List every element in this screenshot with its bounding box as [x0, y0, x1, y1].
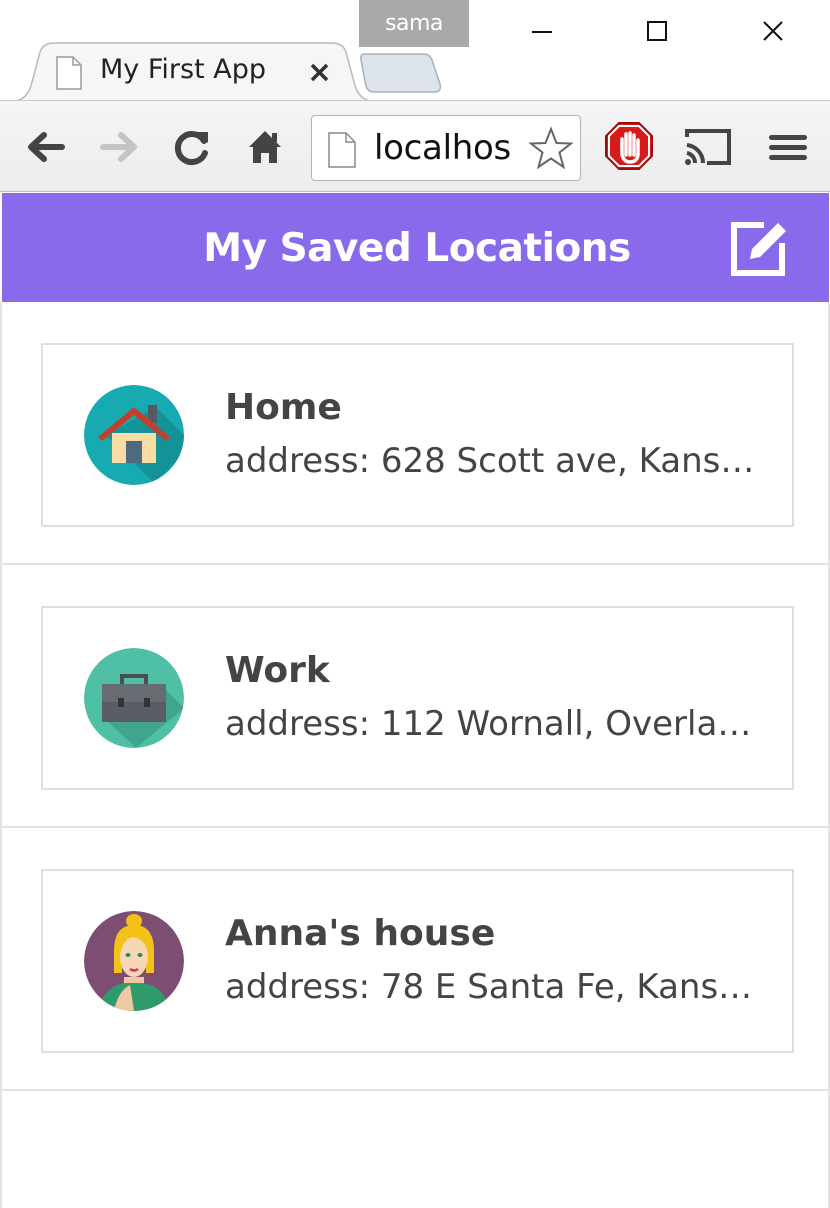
close-icon: [310, 63, 329, 82]
location-card-annas-house[interactable]: Anna's house address: 78 E Santa Fe, Kan…: [41, 869, 794, 1053]
adblock-button[interactable]: [604, 121, 653, 170]
avatar: [84, 911, 184, 1011]
minimize-icon: [532, 31, 552, 33]
minimize-button[interactable]: [512, 10, 572, 54]
reload-button[interactable]: [168, 123, 216, 171]
location-card-work[interactable]: Work address: 112 Wornall, Overland Park: [41, 606, 794, 790]
locations-list: Home address: 628 Scott ave, Kansas City…: [0, 302, 830, 1091]
address-input[interactable]: localhos: [374, 128, 511, 168]
window-titlebar: sama My First App: [0, 0, 830, 102]
page-icon: [56, 56, 82, 90]
list-item: Anna's house address: 78 E Santa Fe, Kan…: [0, 828, 830, 1091]
close-icon: [763, 21, 783, 41]
back-button[interactable]: [22, 123, 70, 171]
bookmark-star-icon[interactable]: [528, 126, 574, 172]
browser-toolbar: localhos: [0, 100, 830, 192]
woman-avatar-icon: [84, 911, 184, 1011]
location-name: Anna's house: [225, 913, 496, 954]
cast-button[interactable]: [683, 123, 731, 171]
adblock-hand-icon: [605, 122, 653, 170]
back-arrow-icon: [28, 132, 65, 162]
house-icon: [84, 385, 184, 485]
edit-button[interactable]: [726, 215, 792, 281]
forward-button[interactable]: [95, 123, 143, 171]
address-bar[interactable]: localhos: [311, 115, 581, 181]
page-icon: [328, 132, 356, 168]
location-card-home[interactable]: Home address: 628 Scott ave, Kansas City: [41, 343, 794, 527]
home-button[interactable]: [241, 123, 289, 171]
page-title: My Saved Locations: [203, 226, 631, 271]
briefcase-icon: [84, 648, 184, 748]
location-address: address: 628 Scott ave, Kansas City: [225, 441, 765, 481]
home-icon: [249, 131, 281, 163]
tab-close-button[interactable]: [306, 59, 334, 87]
location-name: Work: [225, 650, 330, 691]
maximize-icon: [647, 21, 667, 41]
location-name: Home: [225, 387, 342, 428]
profile-badge[interactable]: sama: [359, 0, 469, 47]
browser-menu-button[interactable]: [766, 123, 814, 171]
avatar: [84, 385, 184, 485]
avatar: [84, 648, 184, 748]
tab-title: My First App: [100, 54, 267, 85]
maximize-button[interactable]: [627, 10, 687, 54]
close-window-button[interactable]: [743, 10, 803, 54]
cast-icon: [685, 129, 731, 165]
new-tab-button[interactable]: [360, 52, 442, 94]
location-address: address: 78 E Santa Fe, Kansas City: [225, 967, 765, 1007]
browser-tab[interactable]: My First App: [14, 42, 372, 102]
hamburger-menu-icon: [769, 135, 807, 160]
forward-arrow-icon: [100, 132, 137, 162]
list-item: Home address: 628 Scott ave, Kansas City: [0, 302, 830, 565]
location-address: address: 112 Wornall, Overland Park: [225, 704, 765, 744]
list-empty-area: [0, 1091, 830, 1208]
list-item: Work address: 112 Wornall, Overland Park: [0, 565, 830, 828]
reload-icon: [174, 131, 208, 165]
edit-icon: [731, 222, 786, 276]
app-header: My Saved Locations: [2, 193, 829, 302]
